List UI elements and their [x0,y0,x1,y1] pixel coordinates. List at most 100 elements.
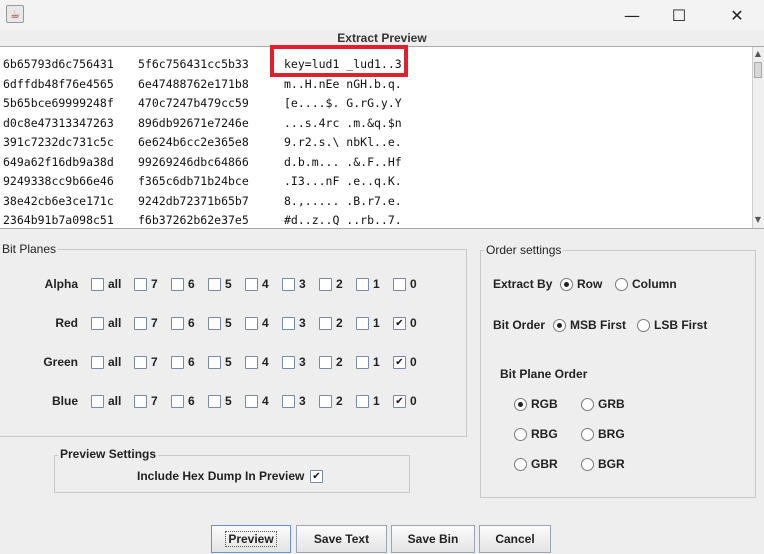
plane-order-rgb-label[interactable]: RGB [531,397,558,411]
bitplane-option-label[interactable]: 3 [299,394,306,408]
plane-order-bgr-radio[interactable] [581,458,594,471]
bitplane-green-6-checkbox[interactable] [171,356,184,369]
plane-order-bgr-label[interactable]: BGR [598,457,625,471]
plane-order-gbr-label[interactable]: GBR [531,457,558,471]
maximize-button[interactable]: ☐ [656,0,702,30]
bitplane-blue-6-checkbox[interactable] [171,395,184,408]
bitplane-alpha-all-checkbox[interactable] [91,278,104,291]
bitplane-option-label[interactable]: 1 [373,355,380,369]
bitplane-green-3-checkbox[interactable] [282,356,295,369]
bitplane-red-3-checkbox[interactable] [282,317,295,330]
bit-order-lsb-label[interactable]: LSB First [654,318,707,332]
plane-order-rbg-radio[interactable] [514,428,527,441]
bitplane-option-label[interactable]: 5 [225,394,232,408]
bitplane-option-label[interactable]: 5 [225,316,232,330]
bitplane-option-label[interactable]: 3 [299,355,306,369]
bit-order-lsb-radio[interactable] [637,319,650,332]
bitplane-red-1-checkbox[interactable] [356,317,369,330]
bitplane-blue-4-checkbox[interactable] [245,395,258,408]
bitplane-option-label[interactable]: all [108,394,121,408]
bitplane-alpha-4-checkbox[interactable] [245,278,258,291]
bitplane-red-7-checkbox[interactable] [134,317,147,330]
hex-dump-label[interactable]: Include Hex Dump In Preview [137,469,304,483]
bitplane-blue-7-checkbox[interactable] [134,395,147,408]
bitplane-option-label[interactable]: 7 [151,277,158,291]
bitplane-option-label[interactable]: 6 [188,277,195,291]
scroll-up-arrow-icon[interactable]: ▲ [752,49,764,61]
bitplane-option-label[interactable]: all [108,277,121,291]
bitplane-option-label[interactable]: 0 [410,316,417,330]
extract-by-row-radio[interactable] [560,278,573,291]
bitplane-option-label[interactable]: all [108,316,121,330]
bitplane-alpha-2-checkbox[interactable] [319,278,332,291]
bitplane-option-label[interactable]: 2 [336,316,343,330]
extract-by-column-radio[interactable] [615,278,628,291]
bitplane-option-label[interactable]: 2 [336,394,343,408]
bitplane-option-label[interactable]: 1 [373,316,380,330]
bitplane-option-label[interactable]: 4 [262,277,269,291]
bitplane-alpha-3-checkbox[interactable] [282,278,295,291]
bitplane-blue-1-checkbox[interactable] [356,395,369,408]
bitplane-option-label[interactable]: 2 [336,355,343,369]
bitplane-option-label[interactable]: 4 [262,355,269,369]
bitplane-option-label[interactable]: 5 [225,355,232,369]
plane-order-brg-radio[interactable] [581,428,594,441]
bitplane-blue-3-checkbox[interactable] [282,395,295,408]
extract-by-column-label[interactable]: Column [632,277,677,291]
bitplane-alpha-7-checkbox[interactable] [134,278,147,291]
cancel-button[interactable]: Cancel [479,525,551,553]
bitplane-option-label[interactable]: 3 [299,277,306,291]
preview-button[interactable]: Preview [211,525,291,553]
bitplane-option-label[interactable]: 6 [188,355,195,369]
save-text-button[interactable]: Save Text [296,525,387,553]
minimize-button[interactable]: — [609,0,655,30]
bitplane-green-0-checkbox[interactable]: ✔ [393,356,406,369]
plane-order-gbr-radio[interactable] [514,458,527,471]
bitplane-option-label[interactable]: 0 [410,277,417,291]
bitplane-blue-0-checkbox[interactable]: ✔ [393,395,406,408]
bitplane-option-label[interactable]: 6 [188,394,195,408]
plane-order-rbg-label[interactable]: RBG [531,427,558,441]
bitplane-option-label[interactable]: 7 [151,316,158,330]
scroll-thumb[interactable] [754,62,762,78]
bitplane-red-6-checkbox[interactable] [171,317,184,330]
bitplane-option-label[interactable]: 7 [151,394,158,408]
bitplane-option-label[interactable]: 0 [410,355,417,369]
bitplane-green-2-checkbox[interactable] [319,356,332,369]
bitplane-option-label[interactable]: 4 [262,394,269,408]
bitplane-red-5-checkbox[interactable] [208,317,221,330]
bitplane-option-label[interactable]: 0 [410,394,417,408]
plane-order-grb-label[interactable]: GRB [598,397,625,411]
plane-order-rgb-radio[interactable] [514,398,527,411]
scroll-down-arrow-icon[interactable]: ▼ [752,215,764,227]
close-button[interactable]: ✕ [714,0,760,30]
bitplane-option-label[interactable]: 5 [225,277,232,291]
extract-by-row-label[interactable]: Row [577,277,602,291]
bitplane-green-5-checkbox[interactable] [208,356,221,369]
bitplane-alpha-5-checkbox[interactable] [208,278,221,291]
hex-dump-checkbox[interactable]: ✔ [310,470,323,483]
bitplane-green-1-checkbox[interactable] [356,356,369,369]
bitplane-alpha-0-checkbox[interactable] [393,278,406,291]
bitplane-alpha-1-checkbox[interactable] [356,278,369,291]
bitplane-red-all-checkbox[interactable] [91,317,104,330]
bitplane-red-2-checkbox[interactable] [319,317,332,330]
bitplane-option-label[interactable]: 3 [299,316,306,330]
bitplane-option-label[interactable]: 6 [188,316,195,330]
bitplane-red-0-checkbox[interactable]: ✔ [393,317,406,330]
bitplane-green-all-checkbox[interactable] [91,356,104,369]
plane-order-grb-radio[interactable] [581,398,594,411]
bitplane-blue-2-checkbox[interactable] [319,395,332,408]
bitplane-blue-all-checkbox[interactable] [91,395,104,408]
bit-order-msb-label[interactable]: MSB First [570,318,626,332]
bitplane-option-label[interactable]: 1 [373,394,380,408]
bitplane-alpha-6-checkbox[interactable] [171,278,184,291]
bitplane-option-label[interactable]: all [108,355,121,369]
save-bin-button[interactable]: Save Bin [391,525,475,553]
bitplane-green-4-checkbox[interactable] [245,356,258,369]
bitplane-option-label[interactable]: 1 [373,277,380,291]
bitplane-red-4-checkbox[interactable] [245,317,258,330]
bit-order-msb-radio[interactable] [553,319,566,332]
bitplane-option-label[interactable]: 4 [262,316,269,330]
plane-order-brg-label[interactable]: BRG [598,427,625,441]
